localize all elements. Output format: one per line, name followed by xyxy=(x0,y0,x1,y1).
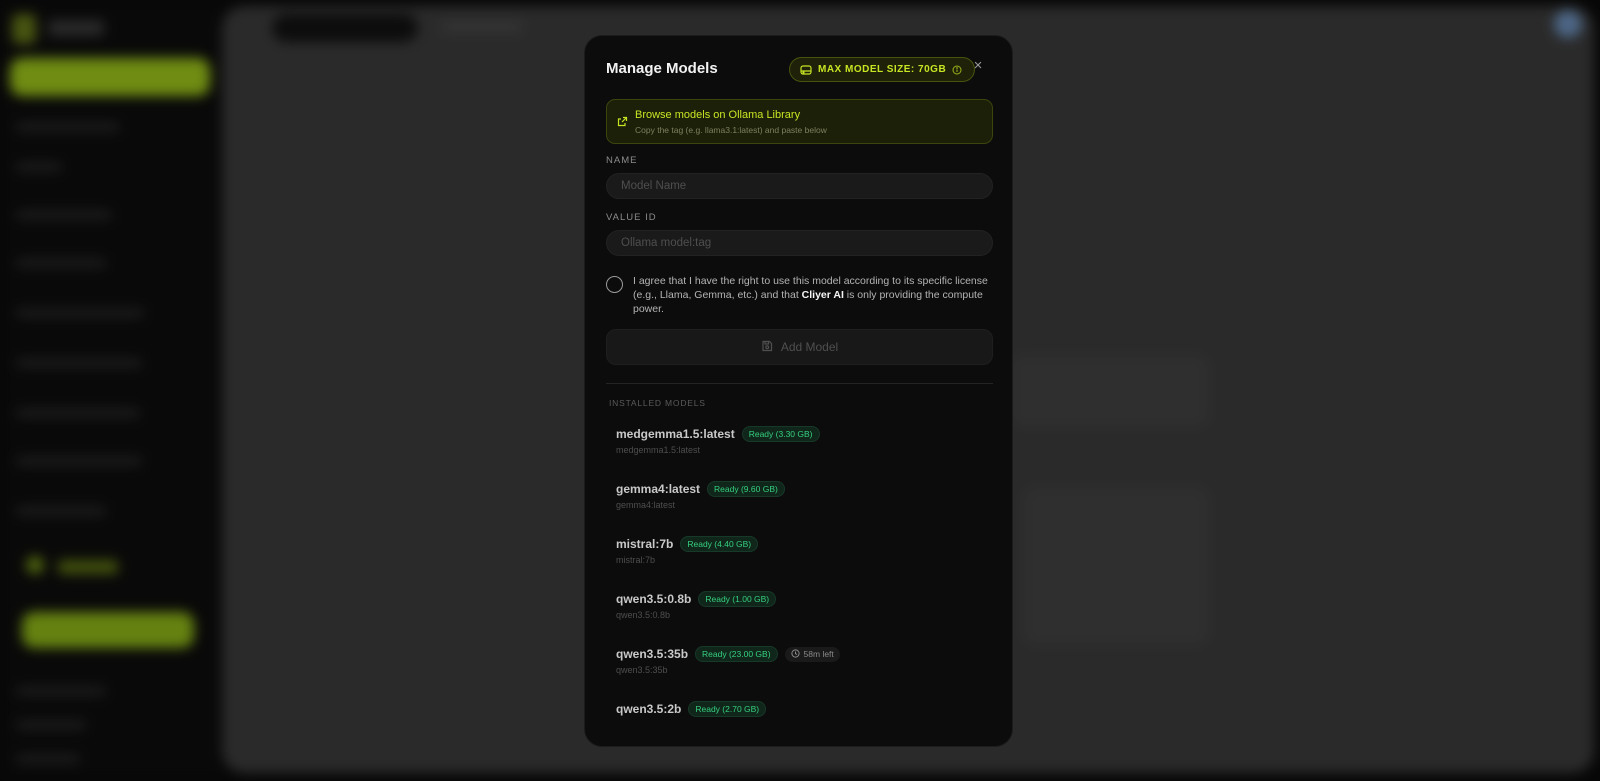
status-badge: Ready (9.60 GB) xyxy=(707,481,785,497)
status-badge: Ready (3.30 GB) xyxy=(741,426,820,442)
name-label: NAME xyxy=(606,155,638,166)
divider xyxy=(606,383,993,384)
time-left-badge: 58m left xyxy=(784,646,840,662)
model-item[interactable]: medgemma1.5:latest Ready (3.30 GB) medge… xyxy=(606,414,993,469)
model-name-input[interactable] xyxy=(606,173,993,199)
hard-drive-icon xyxy=(800,64,812,75)
model-tag: medgemma1.5:latest xyxy=(616,445,701,455)
license-agreement-checkbox[interactable] xyxy=(606,276,623,293)
info-icon[interactable] xyxy=(952,65,962,75)
value-id-input[interactable] xyxy=(606,230,993,256)
external-link-icon xyxy=(617,114,628,132)
model-name: mistral:7b xyxy=(616,537,674,551)
browse-library-hint: Copy the tag (e.g. llama3.1:latest) and … xyxy=(635,125,827,135)
modal-title: Manage Models xyxy=(606,60,718,77)
license-agreement-text: I agree that I have the right to use thi… xyxy=(633,274,993,316)
model-name: qwen3.5:0.8b xyxy=(616,592,692,606)
max-model-size-badge: MAX MODEL SIZE: 70GB xyxy=(789,57,976,82)
add-model-button[interactable]: Add Model xyxy=(606,329,993,365)
model-item[interactable]: mistral:7b Ready (4.40 GB) mistral:7b xyxy=(606,524,993,579)
model-item[interactable]: qwen3.5:2b Ready (2.70 GB) xyxy=(606,689,993,744)
max-model-size-label: MAX MODEL SIZE: 70GB xyxy=(818,64,947,75)
status-badge: Ready (1.00 GB) xyxy=(698,591,777,607)
model-item[interactable]: gemma4:latest Ready (9.60 GB) gemma4:lat… xyxy=(606,469,993,524)
browse-library-link[interactable]: Browse models on Ollama Library xyxy=(635,109,800,121)
model-name: qwen3.5:2b xyxy=(616,702,682,716)
model-name: gemma4:latest xyxy=(616,482,701,496)
model-tag: gemma4:latest xyxy=(616,500,676,510)
value-id-label: VALUE ID xyxy=(606,212,657,223)
save-icon xyxy=(761,340,773,355)
close-icon[interactable]: × xyxy=(969,56,987,74)
model-name: medgemma1.5:latest xyxy=(616,427,735,441)
model-tag: qwen3.5:0.8b xyxy=(616,610,671,620)
status-badge: Ready (4.40 GB) xyxy=(680,536,759,552)
manage-models-modal: Manage Models MAX MODEL SIZE: 70GB × Bro… xyxy=(584,35,1013,747)
status-badge: Ready (2.70 GB) xyxy=(688,701,767,717)
status-badge: Ready (23.00 GB) xyxy=(695,646,778,662)
clock-icon xyxy=(790,648,800,660)
installed-models-heading: INSTALLED MODELS xyxy=(609,398,706,408)
time-left-label: 58m left xyxy=(803,649,834,659)
brand-name: Cliyer AI xyxy=(801,289,844,301)
browse-library-banner[interactable]: Browse models on Ollama Library Copy the… xyxy=(606,99,993,144)
add-model-label: Add Model xyxy=(780,340,839,354)
model-tag: mistral:7b xyxy=(616,555,656,565)
model-tag: qwen3.5:35b xyxy=(616,665,668,675)
installed-models-list: medgemma1.5:latest Ready (3.30 GB) medge… xyxy=(606,414,993,744)
model-item[interactable]: qwen3.5:35b Ready (23.00 GB) 58m left qw… xyxy=(606,634,993,689)
model-name: qwen3.5:35b xyxy=(616,647,689,661)
model-item[interactable]: qwen3.5:0.8b Ready (1.00 GB) qwen3.5:0.8… xyxy=(606,579,993,634)
